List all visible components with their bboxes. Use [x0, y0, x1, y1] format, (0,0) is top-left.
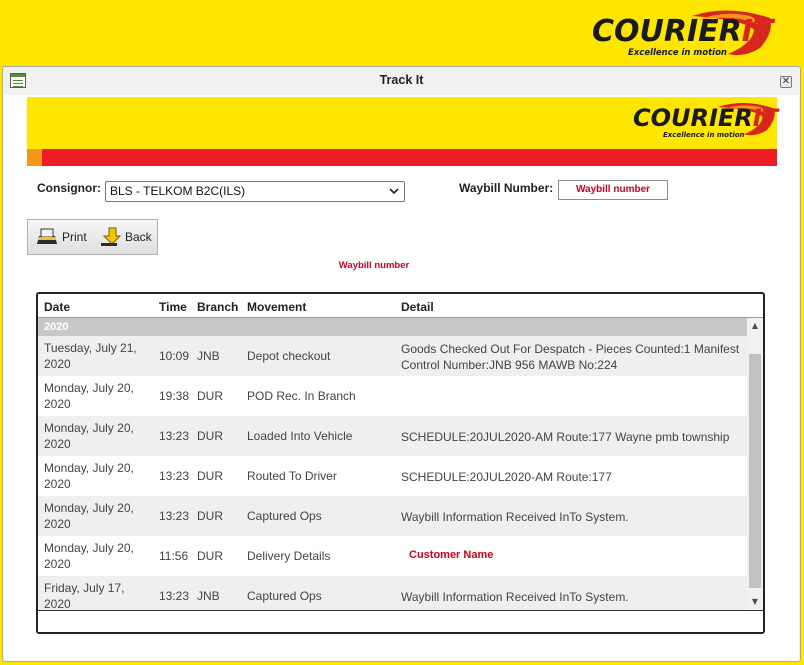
- row-movement: Delivery Details: [247, 549, 331, 563]
- row-branch: DUR: [197, 429, 223, 443]
- scroll-up-icon[interactable]: ▲: [747, 318, 763, 334]
- print-button[interactable]: Print: [36, 220, 87, 254]
- table-row[interactable]: Friday, July 17, 2020 13:23 JNB Captured…: [38, 576, 747, 610]
- row-time: 19:38: [159, 389, 190, 403]
- row-date: Friday, July 17, 2020: [44, 581, 125, 610]
- row-date: Monday, July 20, 2020: [44, 461, 134, 491]
- row-time: 13:23: [159, 469, 190, 483]
- row-detail: Waybill Information Received InTo System…: [401, 510, 629, 524]
- back-button[interactable]: Back: [99, 220, 152, 254]
- consignor-select[interactable]: BLS - TELKOM B2C(ILS): [105, 181, 405, 202]
- row-detail: Waybill Information Received InTo System…: [401, 590, 629, 604]
- table-row[interactable]: Monday, July 20, 2020 13:23 DUR Captured…: [38, 496, 747, 536]
- table-row[interactable]: Monday, July 20, 2020 13:23 DUR Routed T…: [38, 456, 747, 496]
- row-time: 11:56: [159, 549, 189, 563]
- grid-body[interactable]: 2020 Tuesday, July 21, 2020 10:09 JNB De…: [38, 318, 747, 610]
- grid-footer: [38, 610, 763, 632]
- row-date: Monday, July 20, 2020: [44, 501, 134, 531]
- logo-wordmark: COURIERIT: [592, 14, 774, 49]
- table-row[interactable]: Monday, July 20, 2020 11:56 DUR Delivery…: [38, 536, 747, 576]
- row-detail: SCHEDULE:20JUL2020-AM Route:177: [401, 470, 612, 484]
- row-time: 10:09: [159, 349, 190, 363]
- row-branch: JNB: [197, 589, 220, 603]
- brand-banner: COURIERIT Excellence in motion: [27, 97, 779, 149]
- window-content: COURIERIT Excellence in motion Consignor…: [4, 95, 799, 661]
- row-movement: Captured Ops: [247, 589, 322, 603]
- row-detail: SCHEDULE:20JUL2020-AM Route:177 Wayne pm…: [401, 430, 730, 444]
- toolbar: Print Back: [27, 219, 158, 255]
- close-icon[interactable]: ✕: [780, 76, 792, 88]
- row-time: 13:23: [159, 509, 190, 523]
- scroll-down-icon[interactable]: ▼: [747, 594, 763, 610]
- back-label: Back: [125, 230, 152, 244]
- row-detail: Goods Checked Out For Despatch - Pieces …: [401, 342, 740, 372]
- column-header-movement[interactable]: Movement: [247, 300, 306, 314]
- row-date: Monday, July 20, 2020: [44, 421, 134, 451]
- row-time: 13:23: [159, 429, 190, 443]
- row-branch: DUR: [197, 509, 223, 523]
- row-branch: DUR: [197, 469, 223, 483]
- table-row-partial[interactable]: 2020: [38, 318, 747, 336]
- row-movement: Routed To Driver: [247, 469, 337, 483]
- partial-row-date: 2020: [44, 321, 69, 333]
- grid-header: Date Time Branch Movement Detail: [38, 294, 763, 318]
- column-header-date[interactable]: Date: [44, 300, 70, 314]
- row-movement: Captured Ops: [247, 509, 322, 523]
- window-title: Track It: [379, 73, 424, 87]
- track-it-window: Track It ✕ COURIERIT Excellence in motio…: [2, 66, 801, 662]
- banner-red-stripe: [42, 149, 777, 166]
- brand-logo: COURIERIT Excellence in motion: [592, 10, 774, 60]
- row-time: 13:23: [159, 589, 190, 603]
- row-date: Monday, July 20, 2020: [44, 381, 134, 411]
- row-movement: POD Rec. In Branch: [247, 389, 356, 403]
- printer-icon: [37, 228, 57, 244]
- scroll-thumb[interactable]: [749, 354, 761, 588]
- tracking-grid: Date Time Branch Movement Detail 2020 Tu…: [36, 292, 765, 634]
- grid-scrollbar[interactable]: ▲ ▼: [747, 318, 763, 610]
- row-detail: Customer Name: [409, 549, 494, 561]
- row-movement: Loaded Into Vehicle: [247, 429, 353, 443]
- row-branch: DUR: [197, 549, 223, 563]
- banner-tagline: Excellence in motion: [663, 131, 745, 139]
- waybill-number-caption: Waybill number: [338, 260, 410, 271]
- row-movement: Depot checkout: [247, 349, 331, 363]
- column-header-detail[interactable]: Detail: [401, 300, 434, 314]
- table-row[interactable]: Monday, July 20, 2020 13:23 DUR Loaded I…: [38, 416, 747, 456]
- print-label: Print: [62, 230, 87, 244]
- consignor-label: Consignor:: [37, 181, 101, 195]
- column-header-branch[interactable]: Branch: [197, 300, 238, 314]
- logo-tagline: Excellence in motion: [628, 48, 727, 58]
- banner-logo: COURIERIT Excellence in motion: [633, 101, 779, 143]
- row-date: Monday, July 20, 2020: [44, 541, 134, 571]
- banner-orange-stripe: [27, 149, 42, 166]
- window-titlebar[interactable]: Track It ✕: [3, 67, 800, 93]
- consignor-value: BLS - TELKOM B2C(ILS): [110, 184, 246, 198]
- row-branch: DUR: [197, 389, 223, 403]
- banner-wordmark: COURIERIT: [633, 104, 779, 132]
- table-row[interactable]: Monday, July 20, 2020 19:38 DUR POD Rec.…: [38, 376, 747, 416]
- table-row[interactable]: Tuesday, July 21, 2020 10:09 JNB Depot c…: [38, 336, 747, 376]
- row-branch: JNB: [197, 349, 220, 363]
- waybill-number-input[interactable]: Waybill number: [558, 180, 668, 200]
- waybill-number-label: Waybill Number:: [459, 181, 554, 195]
- row-date: Tuesday, July 21, 2020: [44, 341, 137, 371]
- chevron-down-icon: [389, 188, 399, 195]
- column-header-time[interactable]: Time: [159, 300, 187, 314]
- back-arrow-icon: [101, 227, 121, 246]
